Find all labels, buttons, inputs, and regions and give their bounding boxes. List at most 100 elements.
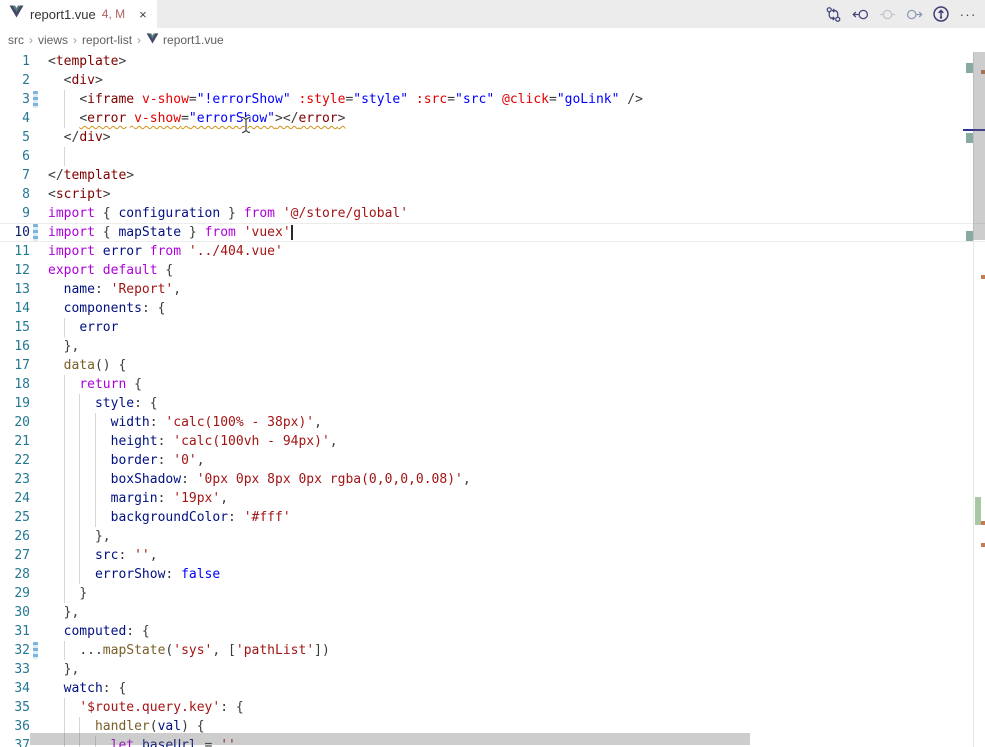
line-number[interactable]: 10	[0, 223, 30, 242]
line-number[interactable]: 7	[0, 166, 30, 185]
line-number[interactable]: 12	[0, 261, 30, 280]
tab-report1-vue[interactable]: report1.vue 4, M ×	[0, 0, 157, 28]
horizontal-scrollbar[interactable]	[30, 733, 750, 745]
line-number[interactable]: 33	[0, 660, 30, 679]
code-line[interactable]: 35 '$route.query.key': {	[0, 698, 985, 717]
code-line[interactable]: 32 ...mapState('sys', ['pathList'])	[0, 641, 985, 660]
line-number[interactable]: 29	[0, 584, 30, 603]
code-line[interactable]: 28 errorShow: false	[0, 565, 985, 584]
indent-guide	[64, 90, 65, 109]
code-editor[interactable]: 1<template>2 <div>3 <iframe v-show="!err…	[0, 52, 985, 747]
indent-guide	[64, 451, 65, 470]
indent-guide	[79, 527, 80, 546]
line-number[interactable]: 23	[0, 470, 30, 489]
line-number[interactable]: 37	[0, 736, 30, 747]
line-number[interactable]: 31	[0, 622, 30, 641]
code-line[interactable]: 22 border: '0',	[0, 451, 985, 470]
line-number[interactable]: 11	[0, 242, 30, 261]
code-line[interactable]: 33 },	[0, 660, 985, 679]
line-number[interactable]: 4	[0, 109, 30, 128]
code-line[interactable]: 31 computed: {	[0, 622, 985, 641]
code-line[interactable]: 27 src: '',	[0, 546, 985, 565]
previous-change-icon[interactable]	[851, 5, 869, 23]
breadcrumb: src › views › report-list › report1.vue	[0, 28, 985, 52]
code-line[interactable]: 21 height: 'calc(100vh - 94px)',	[0, 432, 985, 451]
line-number[interactable]: 24	[0, 489, 30, 508]
line-number[interactable]: 8	[0, 185, 30, 204]
code-line[interactable]: 26 },	[0, 527, 985, 546]
line-number[interactable]: 32	[0, 641, 30, 660]
line-number[interactable]: 25	[0, 508, 30, 527]
line-number[interactable]: 28	[0, 565, 30, 584]
indent-guide	[64, 698, 65, 717]
line-number[interactable]: 6	[0, 147, 30, 166]
line-number[interactable]: 3	[0, 90, 30, 109]
line-number[interactable]: 1	[0, 52, 30, 71]
code-line[interactable]: 19 style: {	[0, 394, 985, 413]
indent-guide	[95, 451, 96, 470]
line-number[interactable]: 2	[0, 71, 30, 90]
code-line[interactable]: 2 <div>	[0, 71, 985, 90]
code-line[interactable]: 12export default {	[0, 261, 985, 280]
code-line[interactable]: 16 },	[0, 337, 985, 356]
breadcrumb-views[interactable]: views	[38, 33, 68, 47]
chevron-right-icon: ›	[137, 33, 141, 47]
overview-marker-warning	[981, 521, 985, 525]
line-number[interactable]: 15	[0, 318, 30, 337]
code-line[interactable]: 24 margin: '19px',	[0, 489, 985, 508]
code-line[interactable]: 11import error from '../404.vue'	[0, 242, 985, 261]
code-line[interactable]: 34 watch: {	[0, 679, 985, 698]
code-line[interactable]: 14 components: {	[0, 299, 985, 318]
code-line[interactable]: 8<script>	[0, 185, 985, 204]
code-line[interactable]: 10import { mapState } from 'vuex'	[0, 223, 985, 242]
breadcrumb-src[interactable]: src	[8, 33, 24, 47]
code-line[interactable]: 18 return {	[0, 375, 985, 394]
code-line[interactable]: 15 error	[0, 318, 985, 337]
code-line[interactable]: 1<template>	[0, 52, 985, 71]
overview-marker-warning	[981, 543, 985, 547]
code-line[interactable]: 23 boxShadow: '0px 0px 8px 0px rgba(0,0,…	[0, 470, 985, 489]
next-change-icon[interactable]	[905, 5, 923, 23]
breadcrumb-report-list[interactable]: report-list	[82, 33, 132, 47]
code-line[interactable]: 4 <error v-show="errorShow"></error>	[0, 109, 985, 128]
line-number[interactable]: 35	[0, 698, 30, 717]
indent-guide	[64, 432, 65, 451]
line-number[interactable]: 20	[0, 413, 30, 432]
close-icon[interactable]: ×	[139, 7, 147, 22]
line-number[interactable]: 21	[0, 432, 30, 451]
vertical-scrollbar[interactable]	[973, 52, 985, 240]
code-line[interactable]: 29 }	[0, 584, 985, 603]
compare-disabled-icon	[878, 5, 896, 23]
code-line[interactable]: 9import { configuration } from '@/store/…	[0, 204, 985, 223]
code-line[interactable]: 13 name: 'Report',	[0, 280, 985, 299]
code-line[interactable]: 25 backgroundColor: '#fff'	[0, 508, 985, 527]
open-changes-icon[interactable]	[932, 5, 950, 23]
line-number[interactable]: 18	[0, 375, 30, 394]
code-line[interactable]: 6	[0, 147, 985, 166]
line-number[interactable]: 19	[0, 394, 30, 413]
code-line[interactable]: 3 <iframe v-show="!errorShow" :style="st…	[0, 90, 985, 109]
line-number[interactable]: 36	[0, 717, 30, 736]
code-line[interactable]: 30 },	[0, 603, 985, 622]
breadcrumb-file[interactable]: report1.vue	[146, 33, 224, 47]
code-line[interactable]: 7</template>	[0, 166, 985, 185]
line-number[interactable]: 5	[0, 128, 30, 147]
indent-guide	[64, 546, 65, 565]
indent-guide	[64, 318, 65, 337]
code-line[interactable]: 17 data() {	[0, 356, 985, 375]
line-number[interactable]: 34	[0, 679, 30, 698]
line-number[interactable]: 26	[0, 527, 30, 546]
line-number[interactable]: 13	[0, 280, 30, 299]
line-number[interactable]: 30	[0, 603, 30, 622]
line-number[interactable]: 27	[0, 546, 30, 565]
line-number[interactable]: 22	[0, 451, 30, 470]
git-compare-icon[interactable]	[824, 5, 842, 23]
overview-marker-modified	[966, 63, 973, 73]
more-actions-icon[interactable]: ···	[959, 5, 977, 23]
line-number[interactable]: 16	[0, 337, 30, 356]
code-line[interactable]: 20 width: 'calc(100% - 38px)',	[0, 413, 985, 432]
line-number[interactable]: 14	[0, 299, 30, 318]
code-line[interactable]: 5 </div>	[0, 128, 985, 147]
line-number[interactable]: 9	[0, 204, 30, 223]
line-number[interactable]: 17	[0, 356, 30, 375]
